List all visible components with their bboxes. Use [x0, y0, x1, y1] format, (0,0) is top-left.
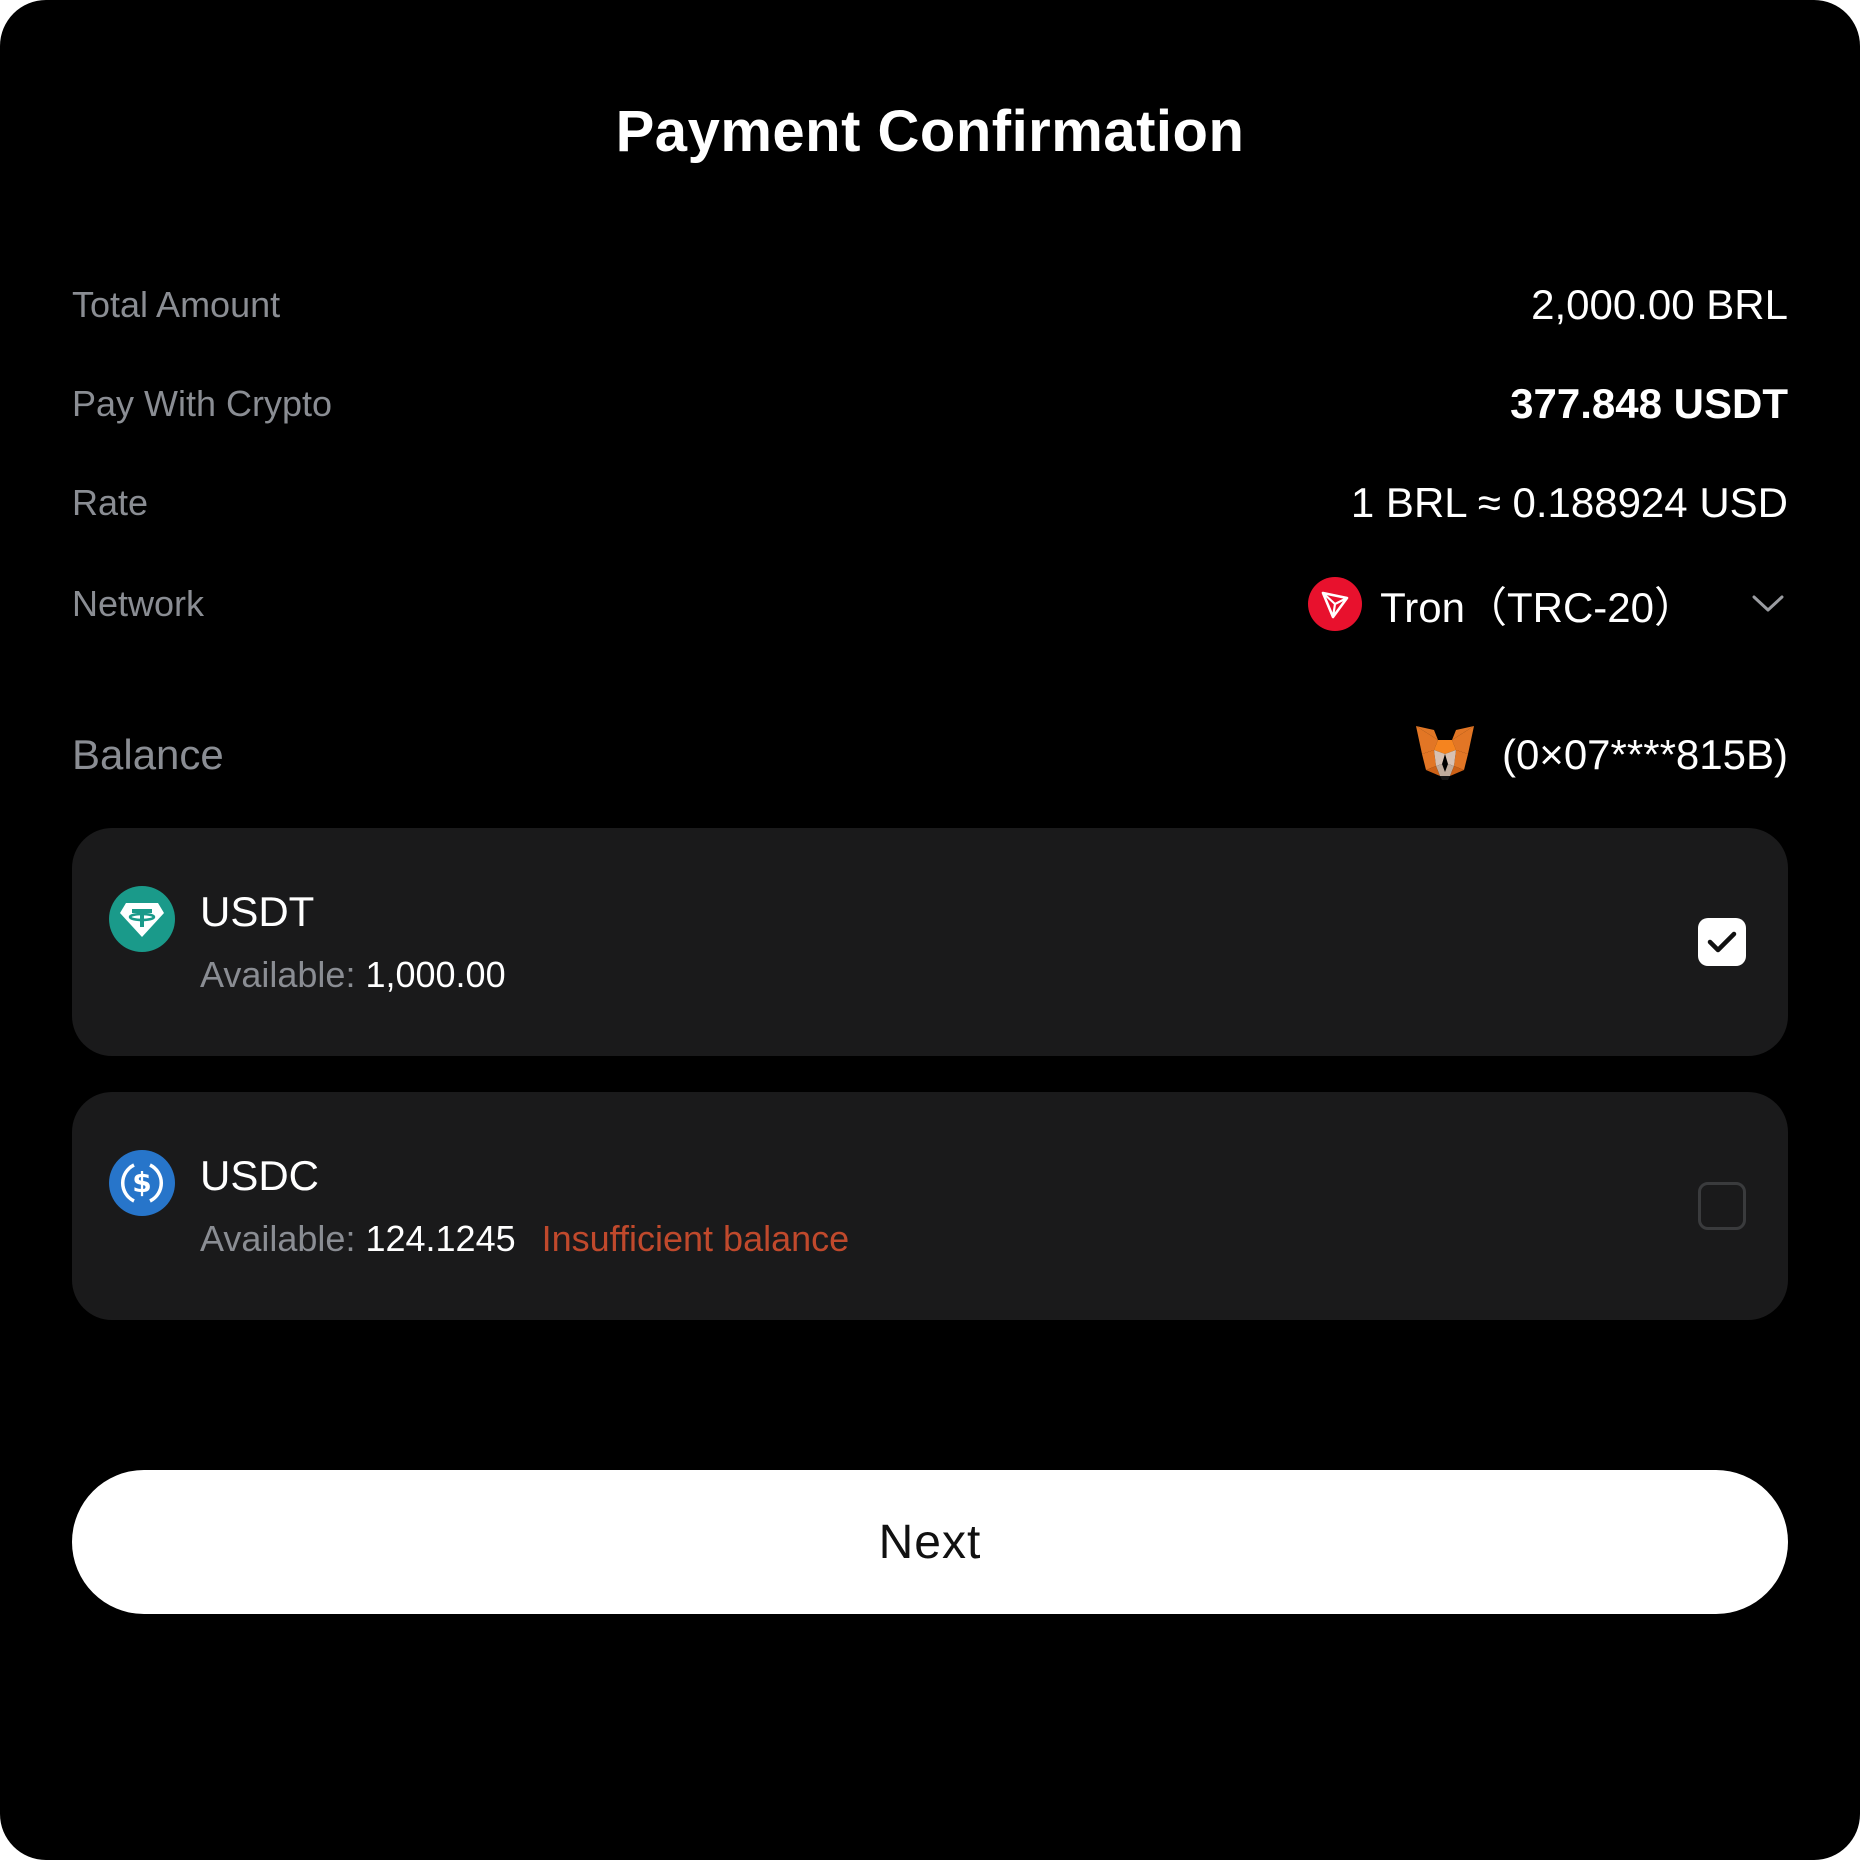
pay-with-crypto-value: 377.848 USDT [1510, 380, 1788, 427]
wallet-info: (0×07****815B) [1414, 724, 1788, 787]
token-availability: Available: 124.1245 Insufficient balance [200, 1218, 849, 1260]
network-value: Tron（TRC-20） [1380, 583, 1696, 631]
tron-icon [1308, 577, 1363, 631]
svg-text:$: $ [132, 1166, 151, 1199]
tether-icon [109, 886, 175, 952]
checkmark-icon [1707, 931, 1737, 953]
total-amount-row: Total Amount 2,000.00 BRL [72, 270, 1788, 340]
available-label: Available: [200, 1218, 356, 1259]
metamask-fox-icon [1414, 724, 1476, 787]
next-button[interactable]: Next [72, 1470, 1788, 1614]
usdt-checkbox[interactable] [1698, 918, 1746, 966]
rate-label: Rate [72, 482, 149, 523]
pay-with-crypto-row: Pay With Crypto 377.848 USDT [72, 369, 1788, 439]
token-card-usdt[interactable]: USDT Available: 1,000.00 [72, 828, 1788, 1056]
available-value: 124.1245 [365, 1218, 516, 1259]
page-title: Payment Confirmation [615, 99, 1245, 164]
available-value: 1,000.00 [365, 954, 506, 995]
payment-confirmation-modal: Payment Confirmation Total Amount 2,000.… [0, 0, 1860, 1860]
network-label: Network [72, 583, 205, 624]
usdc-checkbox[interactable] [1698, 1182, 1746, 1230]
wallet-address: (0×07****815B) [1501, 731, 1788, 778]
token-availability: Available: 1,000.00 [200, 954, 506, 996]
chevron-down-icon[interactable] [1748, 584, 1788, 624]
balance-row: Balance (0×07****815B) [72, 720, 1788, 790]
token-name: USDC [200, 1152, 320, 1199]
pay-with-crypto-label: Pay With Crypto [72, 383, 333, 424]
network-selector[interactable]: Tron（TRC-20） [1308, 574, 1788, 635]
available-label: Available: [200, 954, 356, 995]
token-card-usdc[interactable]: $ USDC Available: 124.1245 Insufficient … [72, 1092, 1788, 1320]
rate-row: Rate 1 BRL ≈ 0.188924 USD [72, 468, 1788, 538]
total-amount-value: 2,000.00 BRL [1531, 281, 1788, 328]
rate-value: 1 BRL ≈ 0.188924 USD [1350, 479, 1788, 526]
token-name: USDT [200, 888, 315, 935]
insufficient-balance-warning: Insufficient balance [541, 1218, 850, 1259]
total-amount-label: Total Amount [72, 284, 281, 325]
balance-label: Balance [72, 731, 224, 778]
network-row: Network Tron（TRC-20） [72, 569, 1788, 639]
usdc-icon: $ [109, 1150, 175, 1216]
